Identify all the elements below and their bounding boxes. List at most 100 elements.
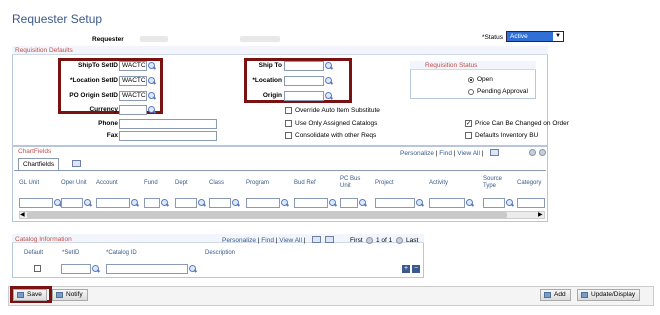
search-icon[interactable]	[506, 199, 514, 207]
location-setid-input[interactable]: WACTC	[119, 76, 147, 86]
pc-bus-unit-input[interactable]	[340, 198, 358, 208]
program-input[interactable]	[246, 198, 280, 208]
catalog-title: Catalog Information	[15, 236, 72, 243]
fund-input[interactable]	[144, 198, 160, 208]
status-value: Active	[510, 33, 528, 40]
find-link[interactable]: Find	[439, 150, 452, 157]
col-description: Description	[205, 250, 236, 256]
notify-button[interactable]: Notify	[52, 289, 88, 301]
next-icon[interactable]	[396, 237, 403, 244]
find-link[interactable]: Find	[261, 237, 274, 244]
currency-input[interactable]	[119, 105, 147, 115]
col-fund: Fund	[144, 180, 158, 186]
search-icon[interactable]	[189, 265, 197, 273]
override-label: Override Auto Item Substitute	[295, 107, 380, 114]
project-input[interactable]	[375, 198, 415, 208]
catalog-setid-input[interactable]	[61, 264, 91, 274]
requester-value-redacted	[140, 36, 168, 42]
show-all-columns-icon[interactable]	[72, 160, 81, 167]
download-icon[interactable]	[325, 236, 334, 243]
status-select[interactable]: Active ▼	[506, 31, 564, 42]
catalog-first[interactable]: First	[350, 237, 363, 244]
search-icon[interactable]	[148, 62, 156, 70]
search-icon[interactable]	[148, 92, 156, 100]
scrollbar-thumb[interactable]	[27, 212, 507, 218]
delete-row-icon[interactable]: −	[412, 265, 420, 273]
origin-label: Origin	[262, 92, 282, 99]
status-open-label: Open	[477, 76, 493, 83]
catalog-id-input[interactable]	[106, 264, 188, 274]
search-icon[interactable]	[148, 77, 156, 85]
tab-chartfields[interactable]: Chartfields	[18, 158, 60, 170]
search-icon[interactable]	[232, 199, 240, 207]
search-icon[interactable]	[131, 199, 139, 207]
search-icon[interactable]	[84, 199, 92, 207]
activity-input[interactable]	[429, 198, 465, 208]
location-input[interactable]	[284, 76, 324, 86]
requisition-status-title: Requisition Status	[425, 62, 478, 69]
phone-label: Phone	[98, 120, 118, 127]
search-icon[interactable]	[359, 199, 367, 207]
personalize-link[interactable]: Personalize	[222, 237, 256, 244]
ship-to-input[interactable]	[284, 61, 324, 71]
view-all-link[interactable]: View All	[457, 150, 480, 157]
override-checkbox[interactable]	[285, 107, 292, 114]
fax-label: Fax	[106, 132, 118, 139]
dept-input[interactable]	[175, 198, 197, 208]
grid-icon[interactable]	[312, 236, 321, 243]
personalize-link[interactable]: Personalize	[400, 150, 434, 157]
next-icon[interactable]	[539, 149, 546, 156]
catalog-last[interactable]: Last	[406, 237, 418, 244]
save-button[interactable]: Save	[13, 289, 47, 301]
search-icon[interactable]	[161, 199, 169, 207]
prev-icon[interactable]	[366, 237, 373, 244]
search-icon[interactable]	[416, 199, 424, 207]
status-pending-radio[interactable]	[468, 89, 474, 95]
scroll-left-icon[interactable]: ◀	[20, 211, 25, 218]
fax-input[interactable]	[119, 131, 217, 141]
currency-label: Currency	[89, 106, 118, 113]
class-input[interactable]	[209, 198, 231, 208]
origin-input[interactable]	[284, 91, 324, 101]
col-pc-bus-unit: PC Bus Unit	[340, 176, 361, 189]
scroll-right-icon[interactable]: ▶	[538, 211, 543, 218]
search-icon[interactable]	[325, 62, 333, 70]
col-gl-unit: GL Unit	[19, 180, 40, 186]
add-row-icon[interactable]: +	[402, 265, 410, 273]
source-type-input[interactable]	[483, 198, 505, 208]
price-change-checkbox[interactable]: ✓	[465, 120, 472, 127]
oper-unit-input[interactable]	[61, 198, 83, 208]
chevron-down-icon[interactable]: ▼	[553, 32, 563, 41]
search-icon[interactable]	[281, 199, 289, 207]
add-icon	[544, 292, 551, 298]
phone-input[interactable]	[119, 119, 217, 129]
chartfields-title: ChartFields	[18, 148, 52, 155]
search-icon[interactable]	[92, 265, 100, 273]
gl-unit-input[interactable]	[19, 198, 53, 208]
add-button[interactable]: Add	[540, 289, 571, 301]
page-title: Requester Setup	[12, 12, 103, 26]
prev-icon[interactable]	[529, 149, 536, 156]
search-icon[interactable]	[325, 92, 333, 100]
status-open-radio[interactable]	[468, 77, 474, 83]
consolidate-checkbox[interactable]	[285, 132, 292, 139]
use-assigned-checkbox[interactable]	[285, 120, 292, 127]
default-checkbox[interactable]	[34, 265, 41, 272]
grid-icon[interactable]	[490, 149, 499, 156]
po-origin-setid-input[interactable]: WACTC	[119, 91, 147, 101]
update-display-button[interactable]: Update/Display	[577, 289, 641, 301]
search-icon[interactable]	[329, 199, 337, 207]
search-icon[interactable]	[148, 106, 156, 114]
view-all-link[interactable]: View All	[279, 237, 302, 244]
defaults-inventory-label: Defaults Inventory BU	[475, 132, 539, 139]
account-input[interactable]	[96, 198, 130, 208]
defaults-inventory-checkbox[interactable]	[465, 132, 472, 139]
search-icon[interactable]	[198, 199, 206, 207]
shipto-setid-input[interactable]: WACTC	[119, 61, 147, 71]
bud-ref-input[interactable]	[294, 198, 328, 208]
search-icon[interactable]	[466, 199, 474, 207]
catalog-range: 1 of 1	[376, 237, 393, 244]
search-icon[interactable]	[325, 77, 333, 85]
shipto-setid-label: ShipTo SetID	[78, 62, 118, 69]
category-input[interactable]	[517, 198, 545, 208]
